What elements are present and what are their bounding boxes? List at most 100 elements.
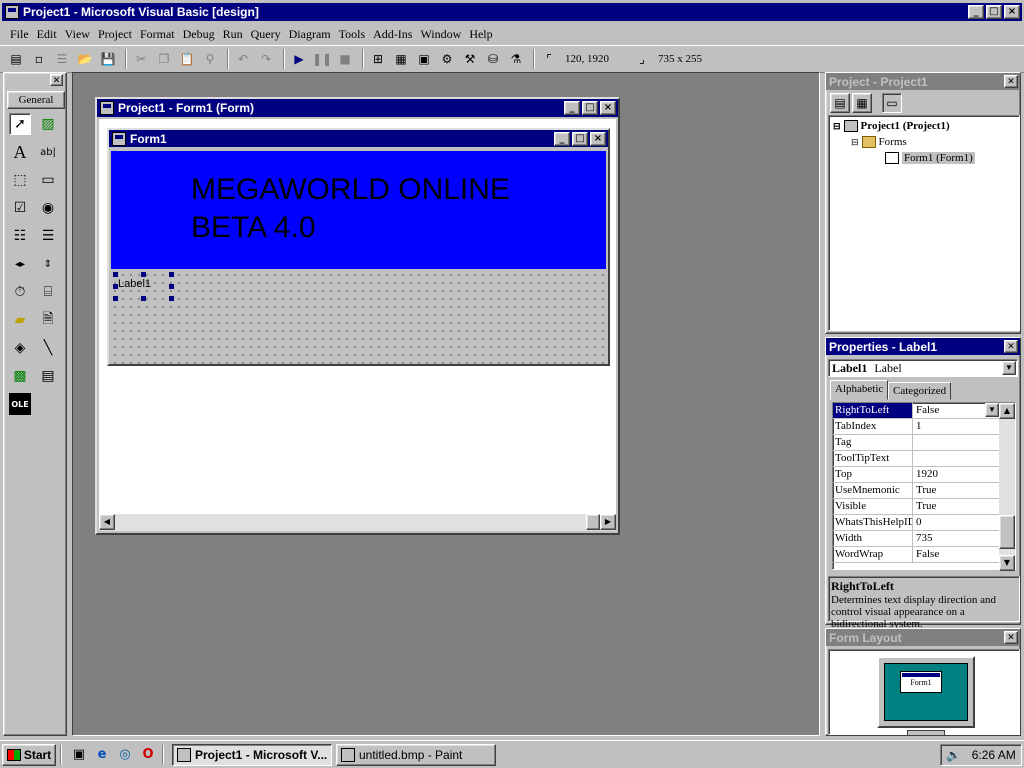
redo-icon[interactable]: ↷ <box>256 49 276 69</box>
collapse-icon[interactable]: ⊟ <box>851 137 859 148</box>
listbox-icon[interactable]: ☰ <box>37 225 59 247</box>
menu-editor-icon[interactable]: ☰ <box>52 49 72 69</box>
label-icon[interactable]: A <box>9 141 31 163</box>
maximize-button[interactable]: □ <box>986 5 1002 19</box>
view-code-icon[interactable]: ▤ <box>830 93 850 113</box>
object-browser-icon[interactable]: ⚙ <box>437 49 457 69</box>
selection-handle[interactable] <box>141 272 146 277</box>
menu-help[interactable]: Help <box>465 27 496 42</box>
data-view-icon[interactable]: ⛁ <box>483 49 503 69</box>
selection-handle[interactable] <box>169 272 174 277</box>
menu-view[interactable]: View <box>61 27 94 42</box>
chevron-down-icon[interactable]: ▼ <box>985 403 999 417</box>
optionbutton-icon[interactable]: ◉ <box>37 197 59 219</box>
dirlistbox-icon[interactable]: ▰ <box>9 309 31 331</box>
scroll-thumb[interactable] <box>999 515 1015 549</box>
vscrollbar-icon[interactable]: ⇕ <box>37 253 59 275</box>
project-explorer-titlebar[interactable]: Project - Project1 ✕ <box>826 73 1020 90</box>
selection-handle[interactable] <box>141 296 146 301</box>
property-row[interactable]: WhatsThisHelpID 0 <box>833 515 999 531</box>
property-row[interactable]: UseMnemonic True <box>833 483 999 499</box>
menu-query[interactable]: Query <box>247 27 285 42</box>
opera-icon[interactable]: O <box>138 745 158 765</box>
volume-icon[interactable]: 🔊 <box>946 748 961 762</box>
drivelistbox-icon[interactable]: ⌸ <box>37 281 59 303</box>
filelistbox-icon[interactable]: 🗎 <box>37 309 59 331</box>
designer-titlebar[interactable]: Project1 - Form1 (Form) _ □ × <box>97 99 618 117</box>
pointer-icon[interactable]: ➚ <box>9 113 31 135</box>
selection-handle[interactable] <box>169 296 174 301</box>
clock[interactable]: 6:26 AM <box>972 748 1016 762</box>
tree-item-forms[interactable]: ⊟ Forms <box>851 136 907 148</box>
start-button[interactable]: Start <box>2 743 56 766</box>
property-vscrollbar[interactable]: ▲ ▼ <box>999 403 1015 571</box>
commandbutton-icon[interactable]: ▭ <box>37 169 59 191</box>
line-icon[interactable]: ╲ <box>37 337 59 359</box>
collapse-icon[interactable]: ⊟ <box>833 121 841 132</box>
hscrollbar-icon[interactable]: ◂▸ <box>9 253 31 275</box>
ole-icon[interactable]: OLE <box>9 393 31 415</box>
cut-icon[interactable]: ✂ <box>131 49 151 69</box>
property-row[interactable]: RightToLeft False ▼ <box>833 403 999 419</box>
break-icon[interactable]: ❚❚ <box>312 49 332 69</box>
save-project-icon[interactable]: 💾 <box>98 49 118 69</box>
menu-edit[interactable]: Edit <box>33 27 61 42</box>
designer-maximize-button[interactable]: □ <box>582 101 598 115</box>
selection-handle[interactable] <box>113 272 118 277</box>
properties-window-icon[interactable]: ▦ <box>391 49 411 69</box>
menu-format[interactable]: Format <box>136 27 179 42</box>
form1-maximize-button[interactable]: □ <box>572 131 588 146</box>
menu-run[interactable]: Run <box>219 27 247 42</box>
designer-minimize-button[interactable]: _ <box>564 101 580 115</box>
menu-diagram[interactable]: Diagram <box>285 27 335 42</box>
properties-close-icon[interactable]: ✕ <box>1004 340 1018 353</box>
scroll-up-button[interactable]: ▲ <box>999 403 1015 419</box>
find-icon[interactable]: ⚲ <box>200 49 220 69</box>
add-project-icon[interactable]: ▤ <box>6 49 26 69</box>
start-icon[interactable]: ▶ <box>289 49 309 69</box>
form1-titlebar[interactable]: Form1 _ □ × <box>109 130 608 147</box>
toggle-folders-icon[interactable]: ▭ <box>882 93 902 113</box>
scroll-thumb[interactable] <box>586 514 600 530</box>
shape-icon[interactable]: ◈ <box>9 337 31 359</box>
selection-handle[interactable] <box>113 296 118 301</box>
property-row[interactable]: Visible True <box>833 499 999 515</box>
toolbox-tab-general[interactable]: General <box>7 91 65 109</box>
menu-add-ins[interactable]: Add-Ins <box>369 27 416 42</box>
image-icon[interactable]: ▩ <box>9 365 31 387</box>
form1-close-button[interactable]: × <box>590 131 606 146</box>
menu-debug[interactable]: Debug <box>179 27 219 42</box>
paste-icon[interactable]: 📋 <box>177 49 197 69</box>
close-button[interactable]: × <box>1004 5 1020 19</box>
combobox-icon[interactable]: ☷ <box>9 225 31 247</box>
project-close-icon[interactable]: ✕ <box>1004 75 1018 88</box>
form-layout-titlebar[interactable]: Form Layout ✕ <box>826 629 1020 646</box>
timer-icon[interactable]: ⏱ <box>9 281 31 303</box>
open-project-icon[interactable]: 📂 <box>75 49 95 69</box>
tab-alphabetic[interactable]: Alphabetic <box>830 380 889 400</box>
tab-categorized[interactable]: Categorized <box>888 382 952 400</box>
property-row[interactable]: TabIndex 1 <box>833 419 999 435</box>
selection-handle[interactable] <box>113 284 118 289</box>
tree-item-project[interactable]: ⊟ Project1 (Project1) <box>833 120 950 132</box>
task-paint[interactable]: untitled.bmp - Paint <box>336 743 496 766</box>
copy-icon[interactable]: ❐ <box>154 49 174 69</box>
channels-icon[interactable]: ◎ <box>115 745 135 765</box>
undo-icon[interactable]: ↶ <box>233 49 253 69</box>
end-icon[interactable]: ■ <box>335 49 355 69</box>
data-icon[interactable]: ▤ <box>37 365 59 387</box>
designer-close-button[interactable]: × <box>600 101 616 115</box>
picturebox-icon[interactable]: ▨ <box>37 113 59 135</box>
view-object-icon[interactable]: ▦ <box>852 93 872 113</box>
textbox-icon[interactable]: ab| <box>37 141 59 163</box>
tree-item-form1[interactable]: Form1 (Form1) <box>885 152 975 164</box>
menu-file[interactable]: File <box>6 27 33 42</box>
label1-control[interactable]: Label1 <box>118 278 151 290</box>
show-desktop-icon[interactable]: ▣ <box>69 745 89 765</box>
task-visual-basic[interactable]: Project1 - Microsoft V... <box>172 743 332 766</box>
property-row[interactable]: ToolTipText <box>833 451 999 467</box>
scroll-left-button[interactable]: ◀ <box>99 514 115 530</box>
property-row[interactable]: WordWrap False <box>833 547 999 563</box>
toolbox-icon[interactable]: ⚒ <box>460 49 480 69</box>
property-row[interactable]: Width 735 <box>833 531 999 547</box>
